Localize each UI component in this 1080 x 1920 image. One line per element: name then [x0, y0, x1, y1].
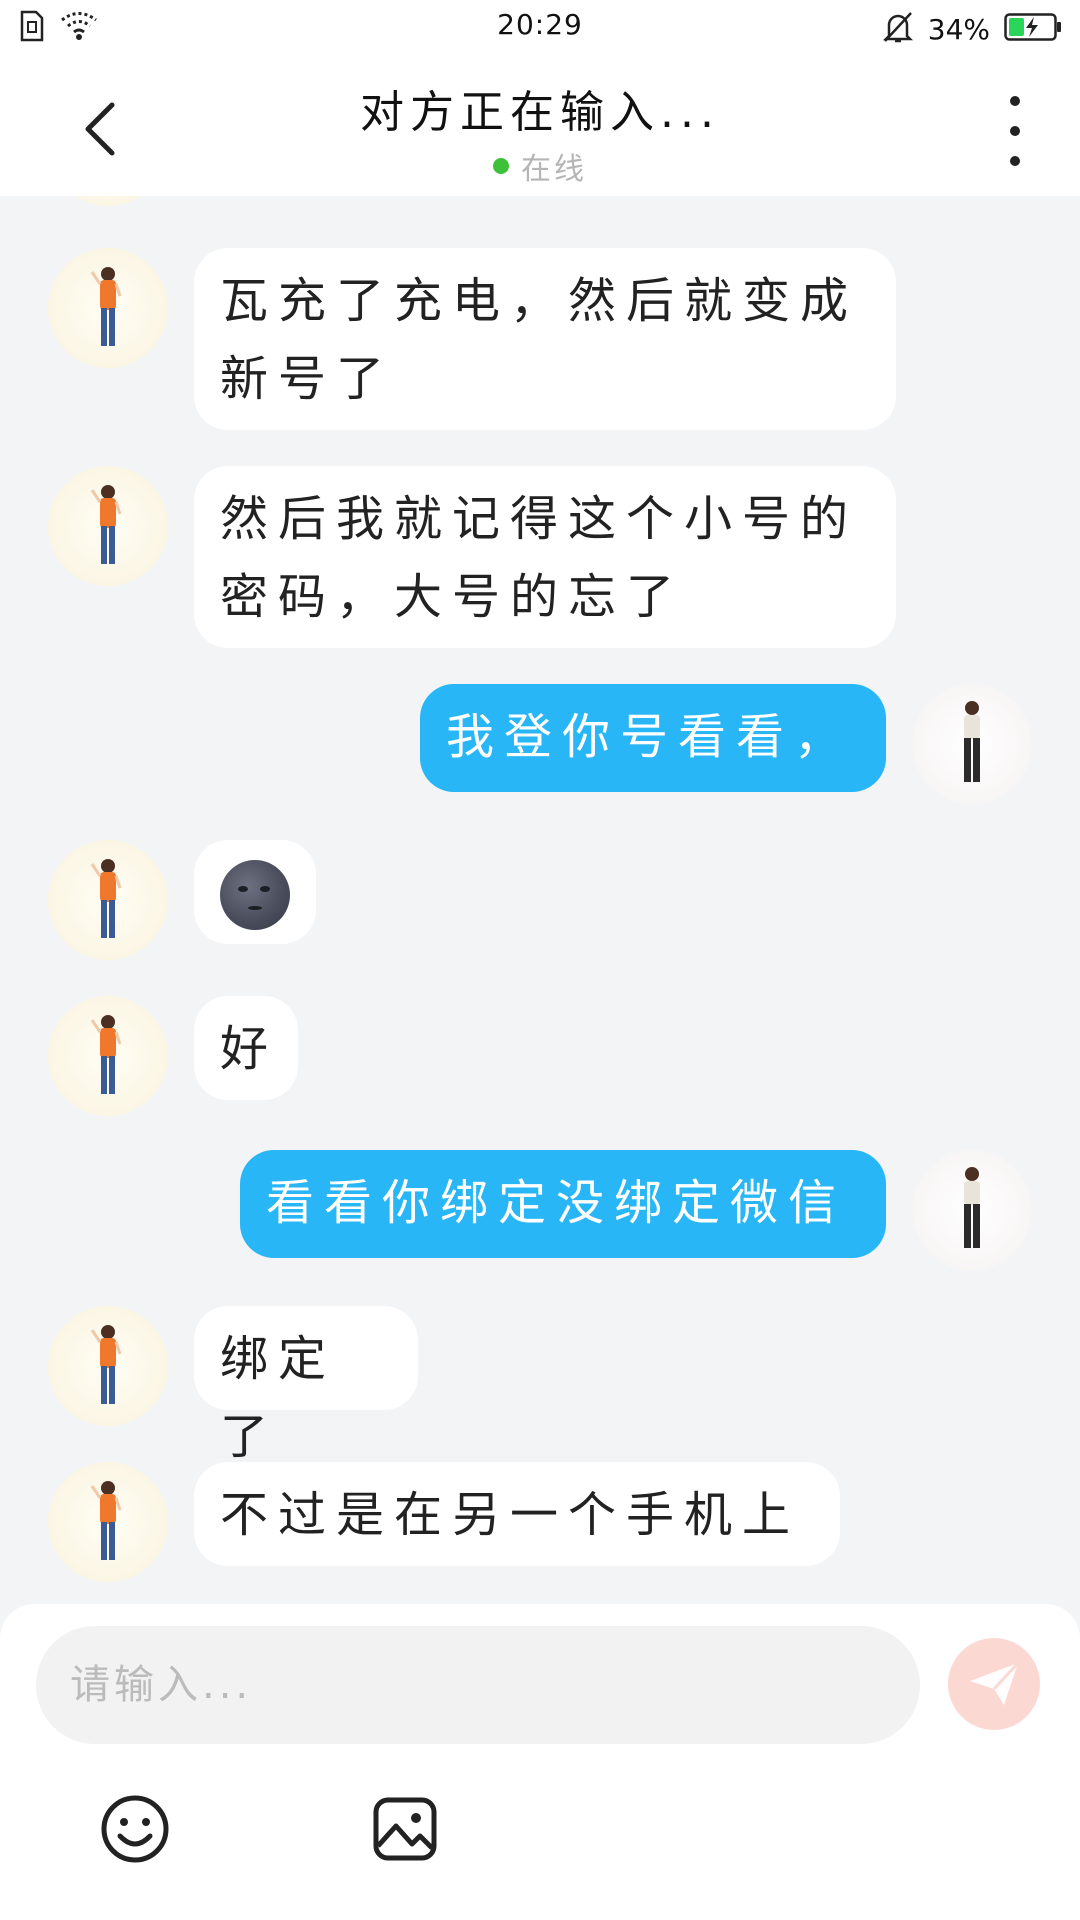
new-moon-face-emoji — [220, 860, 290, 930]
message-row: 我登你号看看， — [420, 684, 1032, 804]
incoming-message-bubble[interactable]: 然后我就记得这个小号的 密码，大号的忘了 — [194, 466, 896, 648]
incoming-message-bubble[interactable]: 不过是在另一个手机上 — [194, 1462, 840, 1566]
message-composer — [0, 1604, 1080, 1920]
message-row — [48, 840, 316, 960]
status-bar: 20:29 34% — [0, 0, 1080, 56]
page-title: 对方正在输入... — [360, 87, 720, 138]
message-text-line: 好 — [220, 1021, 279, 1077]
girl-figure-icon — [90, 1015, 122, 1094]
message-row: 然后我就记得这个小号的 密码，大号的忘了 — [48, 466, 896, 648]
more-dot-icon — [1010, 156, 1020, 166]
incoming-message-bubble[interactable]: 绑定了 — [194, 1306, 418, 1465]
user-figure-icon — [964, 1167, 980, 1248]
peer-avatar[interactable] — [48, 840, 168, 960]
message-text-line: 瓦充了充电，然后就变成 — [220, 273, 859, 329]
message-row: 看看你绑定没绑定微信 — [240, 1150, 1032, 1270]
peer-avatar[interactable] — [48, 196, 168, 206]
message-text-line: 看看你绑定没绑定微信 — [266, 1175, 847, 1231]
user-figure-icon — [964, 701, 980, 782]
more-dot-icon — [1010, 126, 1020, 136]
message-text-line: 我登你号看看， — [446, 709, 853, 765]
peer-avatar[interactable] — [48, 248, 168, 368]
battery-percent: 34% — [927, 12, 990, 46]
more-dot-icon — [1010, 96, 1020, 106]
self-avatar[interactable] — [912, 1150, 1032, 1270]
image-button[interactable] — [370, 1794, 440, 1864]
peer-avatar[interactable] — [48, 996, 168, 1116]
girl-figure-icon — [90, 859, 122, 938]
message-row: 好 — [48, 996, 298, 1116]
chat-header: 对方正在输入... 在线 — [0, 56, 1080, 196]
online-dot-icon — [493, 158, 509, 174]
more-options-button[interactable] — [990, 96, 1040, 166]
girl-figure-icon — [90, 1481, 122, 1560]
message-row: 不过是在另一个手机上 — [48, 1462, 840, 1582]
message-row: 绑定了 — [48, 1306, 418, 1465]
send-button[interactable] — [948, 1638, 1040, 1730]
message-row: 瓦充了充电，然后就变成 新号了 — [48, 248, 896, 430]
incoming-message-bubble[interactable]: 瓦充了充电，然后就变成 新号了 — [194, 248, 896, 430]
outgoing-message-bubble[interactable]: 看看你绑定没绑定微信 — [240, 1150, 886, 1258]
message-input[interactable] — [36, 1626, 920, 1744]
online-status: 在线 — [0, 144, 1080, 188]
send-plane-icon — [970, 1661, 1020, 1705]
bell-muted-icon — [882, 10, 914, 48]
status-right-icons: 34% — [882, 10, 1062, 48]
outgoing-message-bubble[interactable]: 我登你号看看， — [420, 684, 886, 792]
emoji-button[interactable] — [100, 1794, 170, 1864]
online-status-text: 在线 — [521, 152, 587, 187]
message-text-line: 新号了 — [220, 351, 395, 407]
smiley-icon — [101, 1795, 169, 1863]
message-text-line: 然后我就记得这个小号的 — [220, 491, 859, 547]
girl-figure-icon — [90, 1325, 122, 1404]
peer-avatar[interactable] — [48, 1306, 168, 1426]
message-text-line: 不过是在另一个手机上 — [220, 1487, 801, 1543]
chat-area[interactable]: 瓦充了充电，然后就变成 新号了 然后我就记得这个小号的 密码，大号的忘了 我登你… — [0, 196, 1080, 1604]
girl-figure-icon — [90, 267, 122, 346]
incoming-message-bubble[interactable] — [194, 840, 316, 944]
message-text-line: 密码，大号的忘了 — [220, 569, 685, 625]
self-avatar[interactable] — [912, 684, 1032, 804]
message-text-line: 绑定了 — [220, 1331, 337, 1465]
battery-charging-icon — [1004, 13, 1062, 45]
image-icon — [373, 1797, 437, 1861]
incoming-message-bubble[interactable]: 好 — [194, 996, 298, 1100]
peer-avatar[interactable] — [48, 466, 168, 586]
girl-figure-icon — [90, 485, 122, 564]
peer-avatar[interactable] — [48, 1462, 168, 1582]
